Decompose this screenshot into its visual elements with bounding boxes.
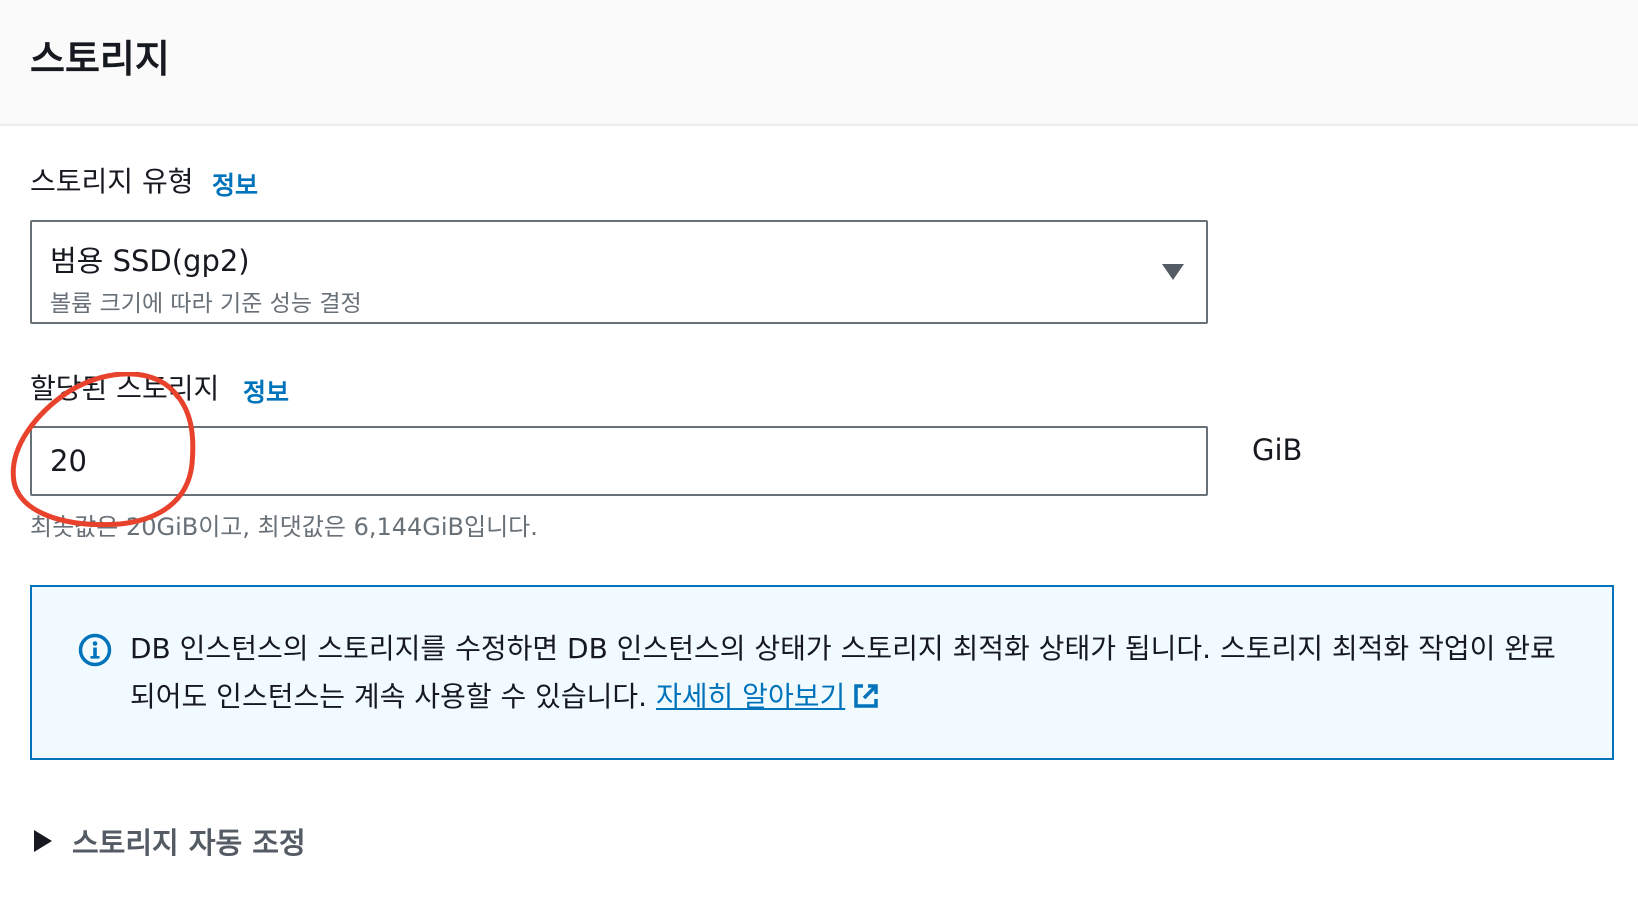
storage-type-label: 스토리지 유형 [30,165,194,198]
allocated-storage-hint: 최솟값은 20GiB이고, 최댓값은 6,144GiB입니다. [30,513,538,541]
storage-type-selected-description: 볼륨 크기에 따라 기준 성능 결정 [50,291,362,317]
storage-unit-label: GiB [1252,433,1303,467]
alert-message: DB 인스턴스의 스토리지를 수정하면 DB 인스턴스의 상태가 스토리지 최적… [130,625,1570,721]
caret-right-icon [34,830,52,852]
info-circle-icon [78,633,112,667]
allocated-storage-label: 할당된 스토리지 [30,372,220,405]
caret-down-icon [1162,264,1184,280]
storage-autoscaling-label: 스토리지 자동 조정 [72,826,306,860]
allocated-storage-info-link[interactable]: 정보 [243,373,289,409]
external-link-icon[interactable] [851,681,881,711]
learn-more-link[interactable]: 자세히 알아보기 [656,680,845,713]
storage-modification-alert: DB 인스턴스의 스토리지를 수정하면 DB 인스턴스의 상태가 스토리지 최적… [30,585,1614,760]
storage-type-info-link[interactable]: 정보 [212,166,258,202]
allocated-storage-input[interactable] [30,426,1208,496]
storage-type-select[interactable]: 범용 SSD(gp2) 볼륨 크기에 따라 기준 성능 결정 [30,220,1208,324]
storage-type-selected-value: 범용 SSD(gp2) [50,244,250,278]
section-header: 스토리지 [0,0,1638,126]
page-title: 스토리지 [30,37,170,81]
